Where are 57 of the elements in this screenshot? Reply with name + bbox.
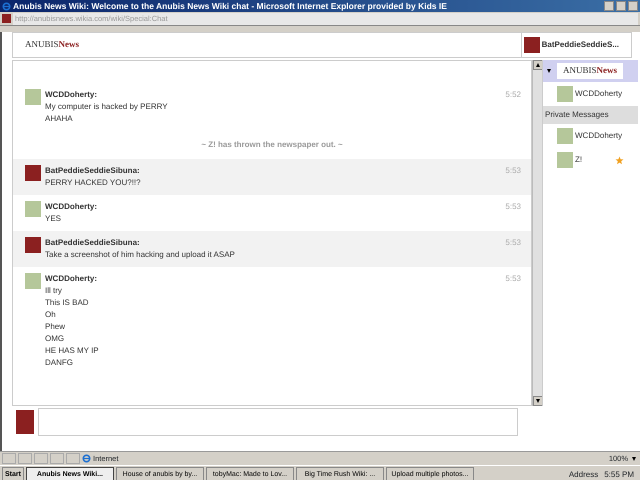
status-panel — [66, 453, 80, 464]
site-icon — [2, 14, 11, 23]
avatar-image — [524, 37, 540, 53]
status-panel — [34, 453, 48, 464]
up-arrow-icon — [534, 61, 542, 69]
scrollbar[interactable] — [532, 60, 542, 406]
avatar-image — [16, 410, 34, 434]
window-title: Anubis News Wiki: Welcome to the Anubis News Wiki chat - Microsoft Internet Explorer provided by Kids IE — [13, 0, 447, 12]
status-panel — [2, 453, 16, 464]
status-panel — [18, 453, 32, 464]
user-list-item[interactable]: WCDDoherty — [543, 124, 638, 148]
user-list-item[interactable]: WCDDoherty — [543, 82, 638, 106]
message-text: AHAHA — [45, 113, 74, 125]
scroll-up-button[interactable] — [533, 60, 543, 70]
avatar-image — [557, 128, 573, 144]
globe-icon — [82, 454, 91, 463]
system-message: ~ Z! has thrown the newspaper out. ~ — [200, 139, 344, 151]
avatar-image — [557, 152, 573, 168]
message-text: My computer is hacked by PERRY — [45, 101, 168, 113]
message-text: DANFG — [45, 357, 74, 369]
user-name: BatPeddieSeddieSibuna: — [45, 237, 141, 249]
message-text: Ill try — [45, 285, 63, 297]
address-label: Address — [568, 468, 598, 480]
section-heading: Private Messages — [543, 106, 638, 124]
current-user-name: BatPeddieSeddieS... — [542, 39, 619, 51]
scroll-down-button[interactable] — [533, 396, 543, 406]
message-text: Phew — [45, 321, 66, 333]
message-time: 5:52 — [505, 89, 521, 101]
message-text: PERRY HACKED YOU?!!? — [45, 177, 141, 189]
avatar-image — [557, 86, 573, 102]
message-time: 5:53 — [505, 201, 521, 213]
message-text: This IS BAD — [45, 297, 90, 309]
message-text: YES — [45, 213, 62, 225]
caret-icon — [630, 454, 638, 462]
message-time: 5:53 — [505, 165, 521, 177]
message-text: Oh — [45, 309, 57, 321]
message-input-field[interactable] — [38, 408, 518, 436]
browser-icon — [2, 2, 11, 10]
minimize-button[interactable] — [604, 1, 614, 11]
message-time: 5:53 — [505, 237, 521, 249]
user-name: BatPeddieSeddieSibuna: — [45, 165, 141, 177]
user-list-item[interactable]: Z! — [543, 148, 638, 172]
message-text: HE HAS MY IP — [45, 345, 99, 357]
close-button[interactable] — [628, 1, 638, 11]
message-text: Take a screenshot of him hacking and upload it ASAP — [45, 249, 235, 261]
maximize-button[interactable] — [616, 1, 626, 11]
user-name: WCDDoherty: — [45, 201, 97, 213]
status-panel — [50, 453, 64, 464]
caret-icon[interactable] — [545, 67, 553, 75]
message-time: 5:53 — [505, 273, 521, 285]
room-logo: ANUBISNews — [557, 63, 624, 79]
site-logo: ANUBISNews — [25, 38, 80, 52]
user-name: WCDDoherty: — [45, 89, 98, 101]
clock: 5:55 PM — [603, 468, 635, 480]
message-text: OMG — [45, 333, 66, 345]
down-arrow-icon — [534, 397, 542, 405]
user-name: WCDDoherty: — [45, 273, 98, 285]
